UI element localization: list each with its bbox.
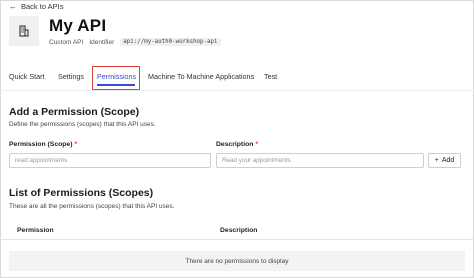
tab-settings[interactable]: Settings — [58, 72, 84, 81]
add-permission-button[interactable]: + Add — [428, 153, 461, 168]
identifier-label: Identifier — [89, 38, 115, 46]
tabs-divider — [0, 90, 474, 91]
required-marker: * — [74, 141, 78, 148]
highlight-box — [92, 66, 140, 90]
column-header-permission: Permission — [17, 227, 54, 234]
tab-quick-start[interactable]: Quick Start — [9, 72, 45, 81]
back-to-apis-link[interactable]: ← Back to APIs — [9, 2, 64, 11]
add-button-label: Add — [441, 157, 455, 164]
required-marker: * — [255, 141, 259, 148]
permission-label-text: Permission (Scope) — [9, 141, 73, 148]
add-permission-heading: Add a Permission (Scope) — [9, 106, 140, 118]
description-input[interactable]: Read your appointments — [216, 153, 424, 168]
arrow-left-icon: ← — [9, 2, 17, 11]
description-label-text: Description — [216, 141, 254, 148]
tab-machine-to-machine-applications[interactable]: Machine To Machine Applications — [148, 72, 254, 81]
api-type: Custom API — [49, 38, 84, 46]
permissions-list-heading: List of Permissions (Scopes) — [9, 187, 154, 199]
identifier-value: api://my-auth0-workshop-api — [120, 38, 221, 46]
plus-icon: + — [434, 157, 439, 164]
permissions-list-description: These are all the permissions (scopes) t… — [9, 203, 175, 210]
description-field-label: Description * — [216, 141, 258, 148]
page-title: My API — [49, 16, 107, 35]
back-link-label: Back to APIs — [21, 2, 64, 11]
column-header-description: Description — [220, 227, 258, 234]
empty-state-row: There are no permissions to display — [9, 251, 465, 271]
api-meta: Custom API Identifier api://my-auth0-wor… — [49, 38, 221, 46]
tab-test[interactable]: Test — [264, 72, 277, 81]
permission-input[interactable]: read:appointments — [9, 153, 211, 168]
add-permission-description: Define the permissions (scopes) that thi… — [9, 121, 156, 128]
building-icon — [19, 25, 29, 37]
api-icon — [9, 16, 39, 46]
tab-bar: Quick Start Settings Permissions Machine… — [0, 66, 474, 88]
permissions-table-header: Permission Description — [0, 222, 474, 240]
permission-field-label: Permission (Scope) * — [9, 141, 77, 148]
